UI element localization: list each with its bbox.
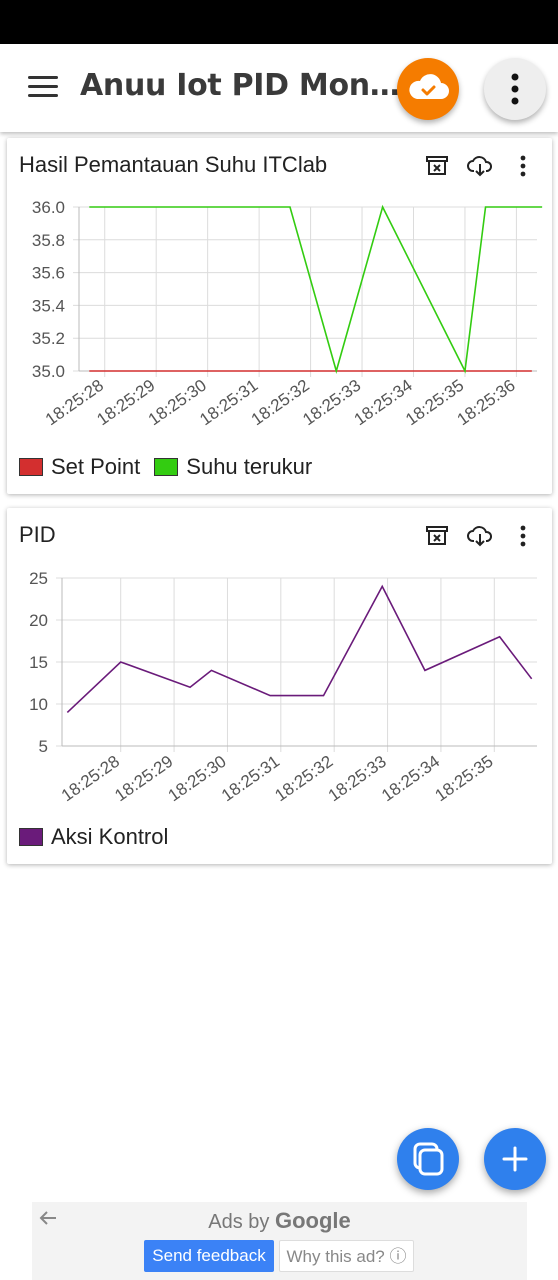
x-tick-label: 18:25:31 (218, 752, 283, 806)
y-tick-label: 35.2 (32, 329, 65, 348)
x-tick-label: 18:25:28 (42, 376, 107, 430)
pid-card: PID 25 20 15 10 5 18:25:28 18:25:29 18:25:30 18:… (7, 508, 552, 864)
legend-item-suhu-terukur[interactable]: Suhu terukur (154, 454, 312, 480)
x-tick-label: 18:25:36 (454, 376, 519, 430)
x-tick-label: 18:25:29 (111, 752, 176, 806)
legend-item-set-point[interactable]: Set Point (19, 454, 140, 480)
y-tick-label: 15 (29, 653, 48, 672)
y-tick-label: 36.0 (32, 198, 65, 217)
legend-label: Set Point (51, 454, 141, 479)
ads-by-text: Ads by (208, 1211, 270, 1233)
ads-by-google-label: Ads by Google (32, 1208, 527, 1234)
copy-icon (413, 1142, 444, 1176)
overflow-menu-button[interactable] (484, 58, 546, 120)
x-tick-label: 18:25:33 (325, 752, 390, 806)
why-this-ad-button[interactable]: Why this ad? ⓘ (279, 1240, 414, 1272)
more-vert-icon (511, 73, 519, 105)
y-tick-label: 5 (39, 737, 48, 756)
x-tick-label: 18:25:28 (58, 752, 123, 806)
copy-fab[interactable] (397, 1128, 459, 1190)
temperature-chart: 36.0 35.8 35.6 35.4 35.2 35.018:25:2818:25:29… (32, 198, 543, 430)
x-tick-label: 18:25:31 (196, 376, 261, 430)
x-tick-label: 18:25:35 (431, 752, 496, 806)
add-fab[interactable] (484, 1128, 546, 1190)
series-line-aksi-kontrol (66, 584, 533, 713)
send-feedback-button[interactable]: Send feedback (144, 1240, 274, 1272)
temperature-card: Hasil Pemantauan Suhu ITClab 36.0 35.8 35.… (7, 138, 552, 494)
ad-banner: Ads by Google Send feedback Why this ad?… (32, 1202, 527, 1280)
legend-swatch (19, 828, 43, 846)
y-tick-label: 35.8 (32, 231, 65, 250)
x-tick-label: 18:25:33 (299, 376, 364, 430)
legend-item-aksi-kontrol[interactable]: Aksi Kontrol (19, 824, 168, 850)
legend-swatch (154, 458, 179, 476)
y-tick-label: 35.4 (32, 296, 65, 315)
chart-legend: Aksi Kontrol (19, 824, 182, 850)
x-tick-label: 18:25:32 (248, 376, 313, 430)
y-tick-label: 20 (29, 611, 48, 630)
app-title: Anuu Iot PID Mon… (80, 68, 400, 103)
legend-label: Aksi Kontrol (51, 824, 169, 849)
y-tick-label: 35.6 (32, 264, 65, 283)
pid-chart: 25201510518:25:2818:25:2918:25:3018:25:3… (29, 569, 537, 806)
app-bar: Anuu Iot PID Mon… (0, 44, 558, 132)
x-tick-label: 18:25:29 (93, 376, 158, 430)
x-tick-label: 18:25:30 (145, 376, 210, 430)
chart-legend: Set Point Suhu terukur (19, 454, 326, 480)
google-text: Google (274, 1208, 351, 1233)
cloud-sync-button[interactable] (397, 58, 459, 120)
status-bar (0, 0, 558, 44)
legend-swatch (19, 458, 43, 476)
y-tick-label: 10 (29, 695, 48, 714)
x-tick-label: 18:25:30 (165, 752, 230, 806)
x-tick-label: 18:25:34 (351, 376, 416, 430)
series-line-suhu-terukur (89, 204, 543, 374)
x-tick-label: 18:25:34 (378, 752, 443, 806)
y-tick-label: 35.0 (32, 362, 65, 381)
menu-icon[interactable] (28, 76, 58, 98)
legend-label: Suhu terukur (186, 454, 313, 479)
y-tick-label: 25 (29, 569, 48, 588)
x-tick-label: 18:25:35 (402, 376, 467, 430)
plus-icon (502, 1146, 528, 1172)
x-tick-label: 18:25:32 (271, 752, 336, 806)
cloud-check-icon (409, 74, 449, 99)
